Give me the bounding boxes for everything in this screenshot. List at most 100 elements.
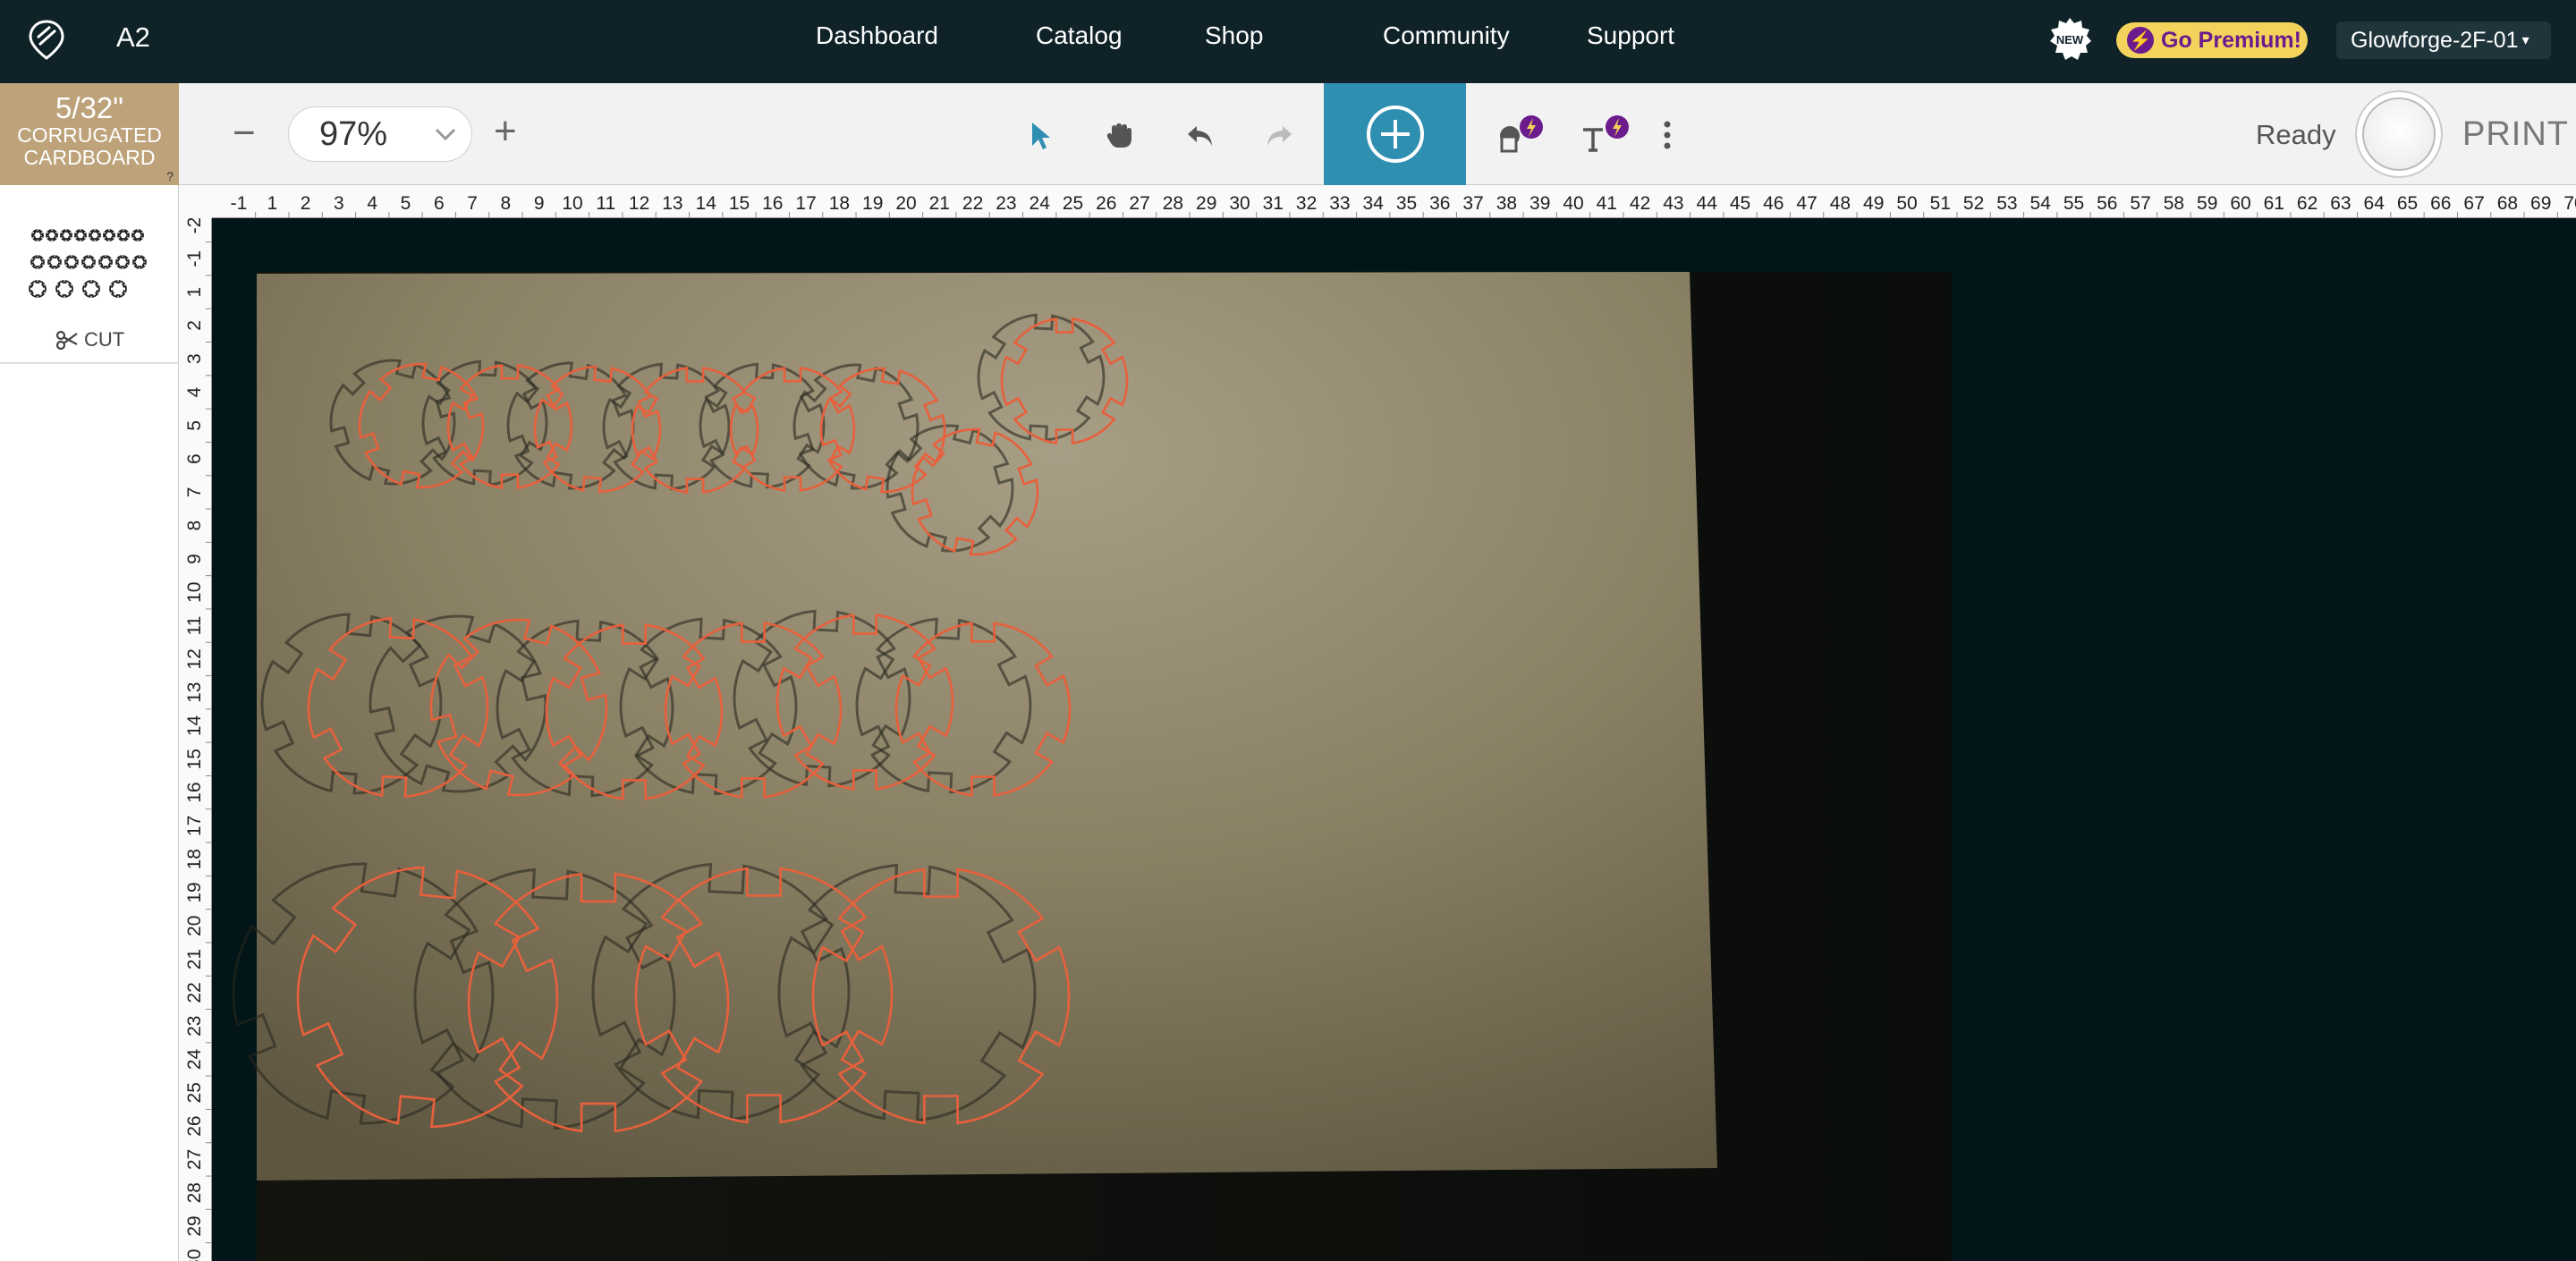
ruler-label: 42 [1630, 193, 1650, 214]
ruler-label: 24 [184, 1049, 205, 1071]
thumbnail-gear [81, 255, 96, 269]
operations-sidebar: CUT [0, 185, 179, 1261]
ruler-label: 26 [184, 1115, 205, 1136]
ruler-label: 7 [184, 487, 205, 498]
ruler-label: 70 [2563, 193, 2576, 214]
ruler-label: 47 [1796, 193, 1817, 214]
thumbnail-gear [74, 229, 87, 241]
print-label[interactable]: PRINT [2462, 115, 2569, 154]
ruler-label: 10 [562, 193, 582, 214]
ruler-label: 4 [184, 386, 205, 397]
ruler-label: 34 [1363, 193, 1385, 214]
ruler-label: 8 [184, 520, 205, 531]
add-artwork-button[interactable] [1324, 83, 1466, 185]
thumbnail-gear [64, 255, 79, 269]
ruler-label: 11 [184, 616, 205, 636]
printer-name: Glowforge-2F-01 [2351, 27, 2519, 53]
workspace-canvas[interactable] [212, 218, 2576, 1261]
ruler-label: 18 [829, 193, 850, 214]
go-premium-label: Go Premium! [2161, 27, 2301, 53]
ruler-label: 2 [184, 320, 205, 331]
material-help-icon[interactable]: ? [166, 169, 174, 183]
thumbnail-gear [29, 280, 47, 298]
undo-icon[interactable] [1179, 114, 1222, 157]
ruler-horizontal-svg: -1 1 2 3 4 5 6 7 8 9 10 11 12 13 14 15 16 17 18 19 20 21 22 23 2… [231, 193, 2576, 218]
ruler-label: 19 [862, 193, 883, 214]
ruler-label: -1 [184, 250, 205, 267]
ruler-label: 3 [334, 193, 344, 214]
go-premium-button[interactable]: ⚡ Go Premium! [2116, 22, 2308, 58]
more-options-icon[interactable] [1646, 114, 1689, 157]
zoom-in-button[interactable]: + [494, 112, 517, 151]
glowforge-logo-icon[interactable] [27, 18, 66, 61]
caret-down-icon: ▾ [2521, 33, 2529, 48]
ruler-label: 11 [596, 193, 615, 214]
ruler-label: 69 [2530, 193, 2551, 214]
ruler-label: 29 [184, 1215, 205, 1236]
pan-hand-icon[interactable] [1098, 114, 1141, 157]
bed-camera-view [212, 218, 1953, 1261]
ruler-label: 13 [662, 193, 682, 214]
ruler-label: 13 [184, 682, 205, 703]
ruler-label: 22 [962, 193, 983, 214]
toolbar: − 97% + Ready PRINT [179, 83, 2576, 185]
ruler-label: 21 [184, 949, 205, 969]
zoom-out-button[interactable]: − [233, 114, 256, 153]
material-name-line2: CARDBOARD [23, 146, 156, 169]
ruler-label: 32 [1296, 193, 1317, 214]
ruler-label: 26 [1096, 193, 1116, 214]
shapes-premium-icon[interactable] [1485, 114, 1547, 157]
ruler-label: 24 [1030, 193, 1051, 214]
ruler-label: 65 [2397, 193, 2418, 214]
thumbnail-gear [55, 280, 73, 298]
redo-icon[interactable] [1258, 114, 1301, 157]
select-tool-icon[interactable] [1020, 114, 1063, 157]
ruler-label: 36 [1429, 193, 1450, 214]
ruler-label: 14 [184, 715, 205, 737]
thumbnail-gear [89, 229, 101, 241]
ruler-label: 16 [762, 193, 783, 214]
nav-community[interactable]: Community [1383, 21, 1587, 50]
ruler-label: 23 [184, 1016, 205, 1037]
ruler-label: 53 [1996, 193, 2017, 214]
nav-support[interactable]: Support [1587, 21, 1674, 50]
zoom-select[interactable]: 97% [288, 106, 472, 162]
ruler-label: 67 [2463, 193, 2484, 214]
thumbnail-gear [60, 229, 72, 241]
ruler-label: 50 [1896, 193, 1917, 214]
ruler-label: 28 [184, 1182, 205, 1203]
ruler-label: 12 [184, 648, 205, 669]
ruler-label: 1 [267, 193, 277, 214]
ruler-label: 20 [895, 193, 916, 214]
lightning-icon: ⚡ [2127, 27, 2154, 54]
text-premium-icon[interactable] [1571, 114, 1633, 157]
ruler-label: 41 [1597, 193, 1617, 214]
design-name[interactable]: A2 [116, 21, 150, 54]
ruler-label: 16 [184, 782, 205, 802]
thumbnail-gear [109, 280, 127, 298]
ruler-label: 27 [184, 1149, 205, 1170]
ruler-label: 10 [184, 582, 205, 603]
ruler-label: 49 [1863, 193, 1884, 214]
print-button[interactable] [2355, 90, 2443, 178]
ruler-label: 6 [434, 193, 445, 214]
thumbnail-gear [46, 229, 58, 241]
material-indicator[interactable]: 5/32" CORRUGATED CARDBOARD ? [0, 83, 179, 185]
app-window: A2 Dashboard Catalog Shop Community Supp… [0, 0, 2576, 1261]
nav-catalog[interactable]: Catalog [1036, 21, 1205, 50]
ruler-label: 25 [184, 1082, 205, 1103]
ruler-label: 5 [184, 420, 205, 431]
ruler-label: 31 [1263, 193, 1284, 214]
design-thumbnail[interactable] [27, 221, 152, 301]
new-badge-icon[interactable]: NEW [2046, 16, 2093, 63]
ruler-label: 59 [2197, 193, 2217, 214]
nav-dashboard[interactable]: Dashboard [816, 21, 1036, 50]
ruler-label: 17 [795, 193, 816, 214]
nav-shop[interactable]: Shop [1205, 21, 1383, 50]
operation-cut[interactable]: CUT [55, 328, 124, 351]
ruler-label: 12 [629, 193, 649, 214]
ruler-label: 33 [1329, 193, 1350, 214]
printer-selector[interactable]: Glowforge-2F-01 ▾ [2336, 21, 2551, 59]
ruler-label: 63 [2330, 193, 2351, 214]
ruler-label: 62 [2297, 193, 2318, 214]
